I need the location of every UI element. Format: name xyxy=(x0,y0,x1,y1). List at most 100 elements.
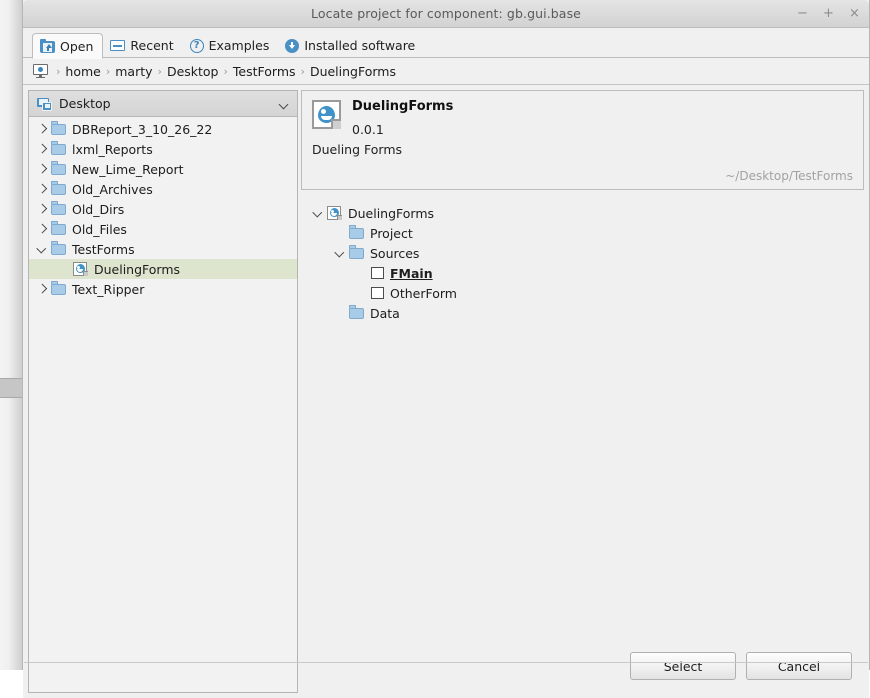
breadcrumb-item-duelingforms[interactable]: DuelingForms xyxy=(310,64,396,79)
directory-tree-row[interactable]: TestForms xyxy=(29,239,297,259)
tab-bar: Open Recent ? Examples Installed softwar… xyxy=(23,28,869,59)
expand-arrow-icon[interactable] xyxy=(35,199,51,219)
folder-icon xyxy=(51,281,66,295)
background-window-edge xyxy=(0,0,22,670)
tab-examples[interactable]: ? Examples xyxy=(183,33,279,58)
project-tree-row-label: Data xyxy=(370,305,400,321)
directory-tree-row-label: Old_Files xyxy=(72,221,127,237)
directory-sidebar: Desktop DBReport_3_10_26_22 lxml_Reports N… xyxy=(28,90,298,693)
tab-recent[interactable]: Recent xyxy=(103,33,182,58)
directory-tree-row-label: Text_Ripper xyxy=(72,281,145,297)
project-description: Dueling Forms xyxy=(312,142,403,157)
project-tree-row-label: Sources xyxy=(370,245,420,261)
project-tree-row[interactable]: Sources xyxy=(301,243,864,263)
title-bar: Locate project for component: gb.gui.bas… xyxy=(23,0,869,28)
expand-arrow-icon[interactable] xyxy=(35,219,51,239)
dialog-footer: Select Cancel xyxy=(301,639,864,693)
gambas-file-icon xyxy=(327,205,342,221)
open-folder-icon xyxy=(40,39,55,53)
window-title: Locate project for component: gb.gui.bas… xyxy=(311,6,581,21)
expand-arrow-icon[interactable] xyxy=(35,179,51,199)
folder-icon xyxy=(349,245,364,259)
footer-divider xyxy=(24,662,868,663)
folder-icon xyxy=(51,141,66,155)
tab-open[interactable]: Open xyxy=(32,33,104,59)
dialog-body: Desktop DBReport_3_10_26_22 lxml_Reports N… xyxy=(23,85,869,698)
directory-tree-row[interactable]: Old_Files xyxy=(29,219,297,239)
project-contents-tree[interactable]: DuelingForms Project Sources FMain OtherForm… xyxy=(301,203,864,639)
project-tree-row[interactable]: FMain xyxy=(301,263,864,283)
gambas-project-icon xyxy=(312,100,342,130)
window-controls: − + × xyxy=(796,0,861,27)
computer-icon[interactable] xyxy=(33,64,48,78)
sidebar-location-label: Desktop xyxy=(59,96,111,111)
project-info-header: DuelingForms 0.0.1 xyxy=(312,99,853,137)
collapse-arrow-icon[interactable] xyxy=(311,203,327,223)
chevron-down-icon[interactable] xyxy=(280,101,289,107)
directory-tree-row[interactable]: DBReport_3_10_26_22 xyxy=(29,119,297,139)
recent-icon xyxy=(110,39,126,52)
breadcrumb-separator: › xyxy=(223,64,228,78)
sidebar-location-selector[interactable]: Desktop xyxy=(29,91,297,117)
project-tree-row[interactable]: DuelingForms xyxy=(301,203,864,223)
expand-arrow-icon[interactable] xyxy=(35,279,51,299)
project-tree-row[interactable]: Project xyxy=(301,223,864,243)
directory-tree-row-label: New_Lime_Report xyxy=(72,161,184,177)
minimize-button[interactable]: − xyxy=(796,7,809,20)
project-name: DuelingForms xyxy=(352,99,454,114)
project-pane: DuelingForms 0.0.1 Dueling Forms ~/Deskt… xyxy=(301,90,864,693)
directory-tree-row-label: DBReport_3_10_26_22 xyxy=(72,121,213,137)
breadcrumb-separator: › xyxy=(56,64,61,78)
folder-icon xyxy=(349,305,364,319)
expand-arrow-icon[interactable] xyxy=(35,159,51,179)
form-icon xyxy=(371,267,384,279)
folder-icon xyxy=(349,225,364,239)
directory-tree-row-label: Old_Dirs xyxy=(72,201,125,217)
directory-tree-row-label: lxml_Reports xyxy=(72,141,153,157)
project-tree-row[interactable]: OtherForm xyxy=(301,283,864,303)
close-button[interactable]: × xyxy=(848,7,861,20)
directory-tree-row-label: TestForms xyxy=(72,241,135,257)
project-path: ~/Desktop/TestForms xyxy=(725,169,853,183)
directory-tree-row[interactable]: DuelingForms xyxy=(29,259,297,279)
folder-icon xyxy=(51,221,66,235)
directory-tree-row[interactable]: Old_Dirs xyxy=(29,199,297,219)
directory-tree-row[interactable]: Text_Ripper xyxy=(29,279,297,299)
directory-tree-row[interactable]: lxml_Reports xyxy=(29,139,297,159)
tab-examples-label: Examples xyxy=(208,38,270,53)
project-info-box: DuelingForms 0.0.1 Dueling Forms ~/Deskt… xyxy=(301,90,864,190)
project-tree-row[interactable]: Data xyxy=(301,303,864,323)
breadcrumb-item-marty[interactable]: marty xyxy=(115,64,152,79)
expand-arrow-icon[interactable] xyxy=(35,119,51,139)
breadcrumb-separator: › xyxy=(300,64,305,78)
directory-tree-row[interactable]: New_Lime_Report xyxy=(29,159,297,179)
breadcrumb-separator: › xyxy=(157,64,162,78)
gambas-file-icon xyxy=(73,261,88,277)
collapse-arrow-icon[interactable] xyxy=(333,243,349,263)
select-button[interactable]: Select xyxy=(630,652,736,680)
download-circle-icon xyxy=(285,38,300,53)
tab-open-label: Open xyxy=(60,38,94,54)
locate-project-dialog: Locate project for component: gb.gui.bas… xyxy=(22,0,870,698)
collapse-arrow-icon[interactable] xyxy=(35,239,51,259)
form-icon xyxy=(371,287,384,299)
breadcrumb-item-home[interactable]: home xyxy=(65,64,100,79)
folder-icon xyxy=(51,201,66,215)
breadcrumb-item-testforms[interactable]: TestForms xyxy=(233,64,296,79)
expand-arrow-icon[interactable] xyxy=(35,139,51,159)
breadcrumb-item-desktop[interactable]: Desktop xyxy=(167,64,219,79)
breadcrumb: › home › marty › Desktop › TestForms › D… xyxy=(23,58,869,85)
tab-installed-software[interactable]: Installed software xyxy=(278,33,424,58)
directory-tree-row-label: DuelingForms xyxy=(94,261,181,277)
folder-icon xyxy=(51,161,66,175)
tab-installed-software-label: Installed software xyxy=(304,38,416,53)
project-tree-row-label: OtherForm xyxy=(390,285,457,301)
directory-tree-row[interactable]: Old_Archives xyxy=(29,179,297,199)
directory-tree[interactable]: DBReport_3_10_26_22 lxml_Reports New_Lime_… xyxy=(29,117,297,692)
maximize-button[interactable]: + xyxy=(822,7,835,20)
cancel-button[interactable]: Cancel xyxy=(746,652,852,680)
background-window-handle xyxy=(0,378,22,398)
